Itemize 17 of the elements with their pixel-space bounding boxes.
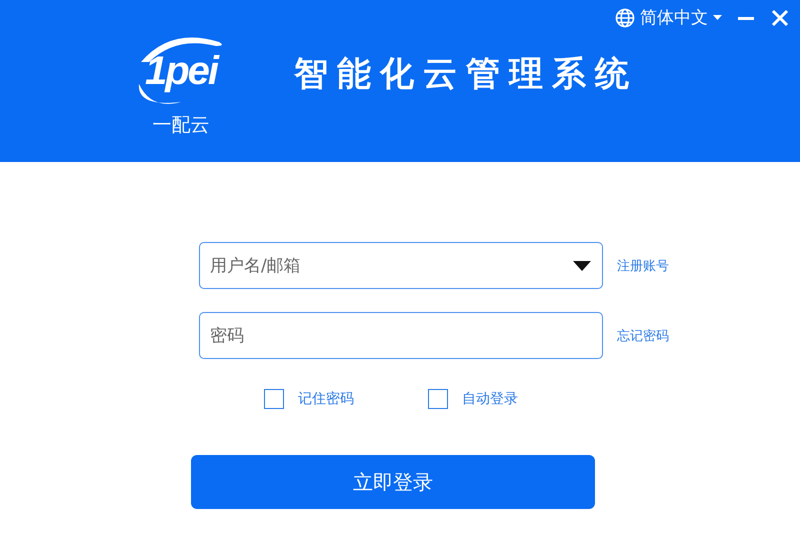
checkbox-label: 记住密码 (298, 390, 354, 408)
globe-icon (615, 8, 635, 28)
dropdown-arrow-icon[interactable] (573, 261, 591, 271)
app-title: 智能化云管理系统 (294, 53, 638, 96)
forgot-password-link[interactable]: 忘记密码 (617, 326, 669, 344)
language-selector[interactable]: 简体中文 (613, 4, 724, 31)
register-link[interactable]: 注册账号 (617, 256, 669, 274)
checkbox-label: 自动登录 (462, 390, 518, 408)
logo-caption: 一配云 (152, 113, 210, 138)
username-field[interactable]: 用户名/邮箱 (199, 242, 603, 289)
checkbox[interactable] (428, 389, 448, 409)
checkbox[interactable] (264, 389, 284, 409)
close-icon (772, 9, 788, 26)
caret-icon (713, 14, 722, 20)
password-field[interactable]: 密码 (199, 312, 603, 359)
login-button[interactable]: 立即登录 (191, 455, 595, 509)
minimize-icon (738, 16, 754, 20)
